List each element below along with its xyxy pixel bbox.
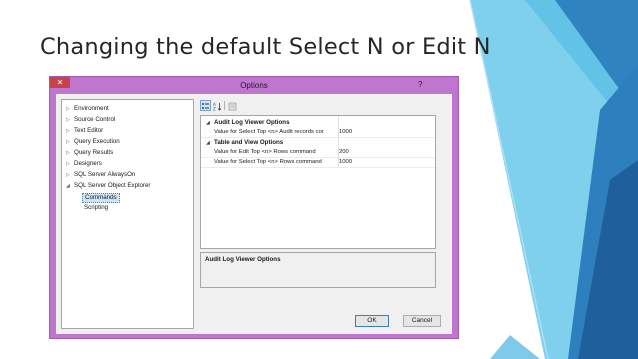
tree-item-label: Environment [74,105,109,112]
tree-item-query-execution[interactable]: ▷ Query Execution [66,137,120,147]
category-label: Audit Log Viewer Options [214,119,290,126]
slide-title: Changing the default Select N or Edit N [40,34,491,60]
cancel-button[interactable]: Cancel [403,315,441,327]
tree-item-label: SQL Server Object Explorer [74,182,151,189]
tree-item-label: Query Results [74,149,114,156]
expand-arrow-icon[interactable]: ▷ [66,148,74,158]
tree-item-label: Text Editor [74,127,104,134]
property-grid[interactable]: ◢ Audit Log Viewer Options Value for Sel… [200,115,436,249]
expand-arrow-icon[interactable]: ▷ [66,137,74,147]
tree-item-sql-server-object-explorer[interactable]: ◢ SQL Server Object Explorer [66,181,150,191]
categorized-icon[interactable] [200,100,211,111]
toolbar-separator [224,101,225,110]
category-label: Table and View Options [214,139,284,146]
property-name: Value for Select Top <n> Audit records c… [214,129,324,135]
expand-arrow-icon[interactable]: ▷ [66,115,74,125]
tree-item-label: Designers [74,160,102,167]
options-tree[interactable]: ▷ Environment ▷ Source Control ▷ Text Edito… [61,99,194,329]
property-value[interactable]: 1000 [339,158,352,167]
tree-item-source-control[interactable]: ▷ Source Control [66,115,115,125]
property-row[interactable]: Value for Select Top <n> Audit records c… [201,128,435,138]
tree-item-query-results[interactable]: ▷ Query Results [66,148,113,158]
tree-item-sql-server-alwayson[interactable]: ▷ SQL Server AlwaysOn [66,170,135,180]
alphabetical-sort-icon[interactable]: A Z [212,100,223,112]
category-audit-log-viewer-options[interactable]: ◢ Audit Log Viewer Options [201,118,435,128]
collapse-arrow-icon[interactable]: ◢ [206,118,210,128]
collapse-arrow-icon[interactable]: ◢ [206,138,210,148]
collapse-arrow-icon[interactable]: ◢ [66,181,74,191]
tree-item-label: Query Execution [74,138,120,145]
tree-item-text-editor[interactable]: ▷ Text Editor [66,126,103,136]
description-pane: Audit Log Viewer Options [200,252,436,288]
property-row[interactable]: Value for Edit Top <n> Rows command 200 [201,148,435,158]
tree-item-label: SQL Server AlwaysOn [74,171,136,178]
property-value[interactable]: 200 [339,148,349,157]
category-table-and-view-options[interactable]: ◢ Table and View Options [201,138,435,148]
expand-arrow-icon[interactable]: ▷ [66,126,74,136]
property-row[interactable]: Value for Select Top <n> Rows command 10… [201,158,435,168]
expand-arrow-icon[interactable]: ▷ [66,104,74,114]
description-title: Audit Log Viewer Options [205,256,281,263]
tree-item-environment[interactable]: ▷ Environment [66,104,109,114]
tree-item-commands[interactable]: Commands [82,193,120,203]
options-dialog: Options ? ✕ ▷ Environment ▷ Source Control… [49,76,459,339]
property-value[interactable]: 1000 [339,128,352,137]
tree-item-label: Source Control [74,116,116,123]
property-pages-icon[interactable] [227,100,238,111]
dialog-title: Options [240,81,268,90]
expand-arrow-icon[interactable]: ▷ [66,170,74,180]
help-button[interactable]: ? [418,79,422,91]
svg-text:Z: Z [213,107,216,112]
expand-arrow-icon[interactable]: ▷ [66,159,74,169]
tree-item-scripting[interactable]: Scripting [82,203,110,213]
property-name: Value for Edit Top <n> Rows command [214,149,316,155]
ok-button[interactable]: OK [355,315,389,327]
dialog-body: ▷ Environment ▷ Source Control ▷ Text Edito… [56,94,452,334]
property-name: Value for Select Top <n> Rows command [214,159,322,165]
tree-item-designers[interactable]: ▷ Designers [66,159,102,169]
